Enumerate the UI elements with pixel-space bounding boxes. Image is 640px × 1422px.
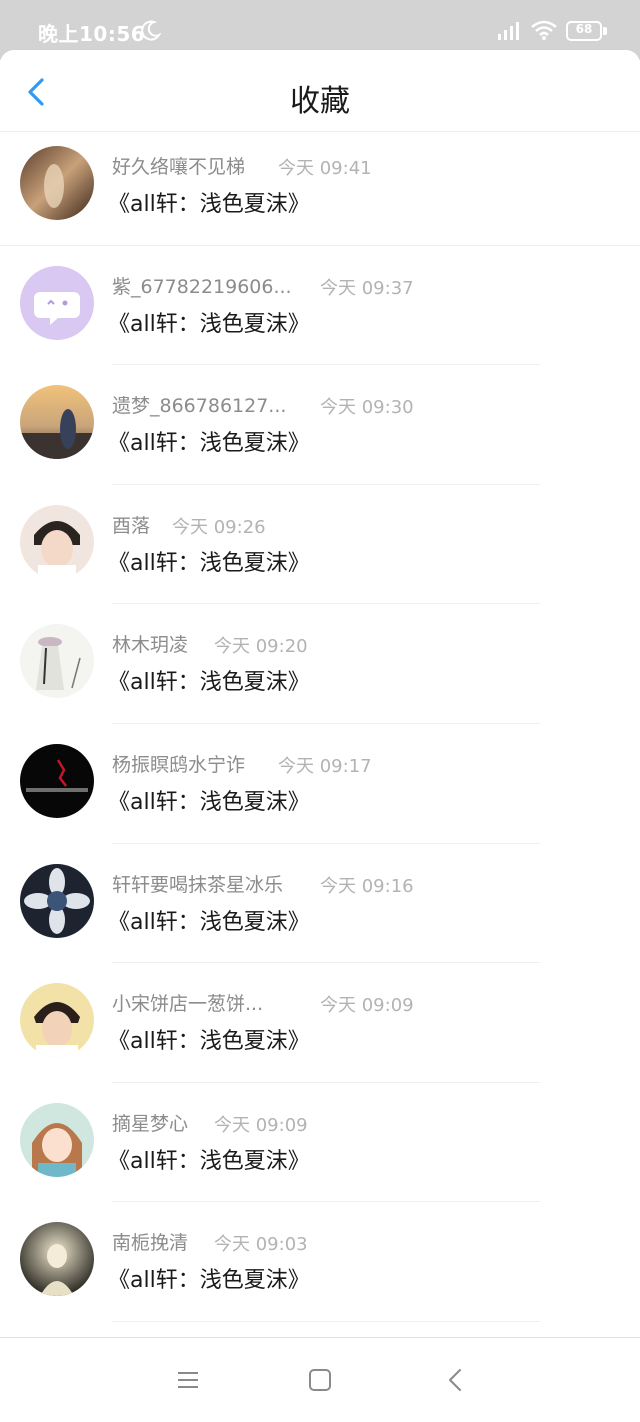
item-time: 今天 09:20 — [214, 636, 308, 658]
item-author: 好久络嚷不见梯 — [112, 156, 246, 178]
list-item[interactable]: 紫_67782219606... 今天 09:37 《all轩：浅色夏沫》 — [0, 246, 640, 366]
status-time: 晚上10:56 — [38, 22, 146, 46]
item-author: 林木玥凌 — [112, 634, 189, 657]
list-item[interactable]: 遗梦_866786127... 今天 09:30 《all轩：浅色夏沫》 — [0, 365, 640, 485]
item-title: 《all轩：浅色夏沫》 — [108, 670, 310, 696]
list-item[interactable]: 酉落 今天 09:26 《all轩：浅色夏沫》 — [0, 485, 640, 605]
item-meta: 酉落 — [112, 511, 150, 539]
item-author: 紫_67782219606... — [112, 275, 292, 298]
avatar[interactable] — [20, 983, 94, 1058]
item-meta: 紫_67782219606... — [112, 272, 292, 300]
wifi-icon — [530, 19, 558, 41]
item-author: 小宋饼店一葱饼... — [112, 993, 264, 1016]
item-author: 酉落 — [112, 514, 151, 537]
avatar[interactable] — [20, 863, 94, 938]
item-time: 今天 09:09 — [214, 1114, 308, 1136]
item-author: 摘星梦心 — [112, 1112, 189, 1135]
list-item[interactable]: 好久络嚷不见梯 今天 09:41 《all轩：浅色夏沫》 — [0, 126, 640, 246]
back-chevron-icon[interactable] — [442, 1366, 470, 1394]
avatar[interactable] — [20, 743, 94, 818]
moon-icon — [140, 19, 162, 41]
item-time: 今天 09:16 — [320, 875, 414, 897]
item-time: 今天 09:03 — [214, 1234, 308, 1256]
item-time: 今天 09:37 — [320, 277, 414, 299]
item-title: 《all轩：浅色夏沫》 — [108, 431, 310, 457]
list-item[interactable]: 小宋饼店一葱饼... 今天 09:09 《all轩：浅色夏沫》 — [0, 963, 640, 1083]
avatar[interactable] — [20, 385, 94, 460]
item-author: 杨振瞑鸱水宁诈 — [112, 753, 246, 776]
item-meta: 轩轩要喝抹茶星冰乐 — [112, 870, 283, 898]
item-title: 《all轩：浅色夏沫》 — [108, 192, 310, 217]
item-meta: 小宋饼店一葱饼... — [112, 989, 263, 1017]
item-title: 《all轩：浅色夏沫》 — [108, 1029, 310, 1055]
item-meta: 南栀挽清 — [112, 1228, 188, 1256]
menu-icon[interactable] — [172, 1366, 204, 1394]
item-meta: 好久络嚷不见梯 — [112, 152, 245, 180]
item-author: 遗梦_866786127... — [112, 395, 287, 418]
avatar[interactable] — [20, 624, 94, 699]
item-meta: 遗梦_866786127... — [112, 391, 286, 419]
list-item[interactable]: 杨振瞑鸱水宁诈 今天 09:17 《all轩：浅色夏沫》 — [0, 724, 640, 844]
list-item[interactable]: 南栀挽清 今天 09:03 《all轩：浅色夏沫》 — [0, 1202, 640, 1322]
item-title: 《all轩：浅色夏沫》 — [108, 1148, 310, 1174]
avatar[interactable] — [20, 504, 94, 579]
avatar[interactable] — [20, 146, 94, 220]
home-square-icon[interactable] — [306, 1366, 334, 1394]
favorites-list: 好久络嚷不见梯 今天 09:41 《all轩：浅色夏沫》 紫_677822196… — [0, 126, 640, 1322]
signal-icon — [496, 19, 522, 41]
item-title: 《all轩：浅色夏沫》 — [108, 311, 310, 337]
item-time: 今天 09:30 — [320, 397, 414, 419]
item-author: 南栀挽清 — [112, 1232, 189, 1255]
navigation-bar — [0, 1337, 640, 1422]
battery-level: 68 — [575, 22, 593, 36]
item-meta: 摘星梦心 — [112, 1109, 188, 1137]
item-title: 《all轩：浅色夏沫》 — [108, 550, 310, 576]
item-time: 今天 09:26 — [172, 516, 266, 538]
item-title: 《all轩：浅色夏沫》 — [108, 909, 310, 935]
item-title: 《all轩：浅色夏沫》 — [108, 789, 310, 815]
page-title: 收藏 — [290, 84, 350, 119]
avatar[interactable] — [20, 1222, 94, 1297]
divider — [112, 1320, 540, 1322]
list-item[interactable]: 摘星梦心 今天 09:09 《all轩：浅色夏沫》 — [0, 1083, 640, 1203]
item-author: 轩轩要喝抹茶星冰乐 — [112, 873, 284, 896]
list-item[interactable]: 轩轩要喝抹茶星冰乐 今天 09:16 《all轩：浅色夏沫》 — [0, 844, 640, 964]
avatar[interactable] — [20, 1102, 94, 1177]
item-meta: 林木玥凌 — [112, 630, 188, 658]
item-time: 今天 09:41 — [278, 158, 372, 179]
item-time: 今天 09:17 — [278, 755, 372, 777]
item-time: 今天 09:09 — [320, 995, 414, 1017]
list-item[interactable]: 林木玥凌 今天 09:20 《all轩：浅色夏沫》 — [0, 604, 640, 724]
item-title: 《all轩：浅色夏沫》 — [108, 1268, 310, 1294]
battery-icon: 68 — [566, 21, 608, 41]
item-meta: 杨振瞑鸱水宁诈 — [112, 750, 245, 778]
header: 收藏 — [0, 50, 640, 132]
avatar[interactable] — [20, 265, 94, 340]
